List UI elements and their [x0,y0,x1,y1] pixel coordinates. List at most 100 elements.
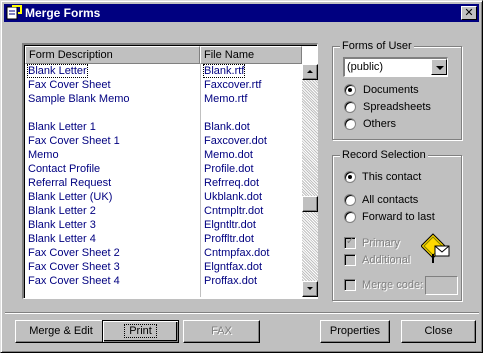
list-scrollbar[interactable] [302,64,318,297]
radio-spreadsheets-label[interactable]: Spreadsheets [363,100,431,114]
print-button[interactable]: Print [102,320,179,343]
list-item-filename[interactable]: Elgntltr.dot [201,218,301,232]
list-item-description[interactable]: Contact Profile [25,162,199,176]
forms-list[interactable]: Form Description File Name Blank Letter F… [22,43,318,299]
list-item-filename[interactable]: Faxcover.dot [201,134,301,148]
list-item-filename[interactable]: Elgntfax.dot [201,260,301,274]
list-item-filename-text: Refrreq.dot [204,177,260,189]
title-bar[interactable]: Merge Forms ✕ [4,4,479,22]
list-item-description[interactable]: Fax Cover Sheet 1 [25,134,199,148]
list-item-description[interactable]: Blank Letter 1 [25,120,199,134]
list-item-description[interactable] [25,106,199,120]
list-item-description[interactable]: Sample Blank Memo [25,92,199,106]
radio-this-contact-label[interactable]: This contact [362,170,421,184]
list-item-description-text: Blank Letter 3 [28,219,96,231]
list-item-filename[interactable]: Memo.rtf [201,92,301,106]
list-item-filename[interactable]: Faxcover.rtf [201,78,301,92]
merge-code-input[interactable] [425,276,458,295]
merge-forms-dialog: Merge Forms ✕ Form Description File Name… [0,0,483,353]
list-item-description[interactable]: Fax Cover Sheet [25,78,199,92]
list-item-filename[interactable]: Proffltr.dot [201,232,301,246]
radio-others-label[interactable]: Others [363,117,396,131]
radio-spreadsheets[interactable] [344,101,356,113]
merge-edit-button-label: Merge & Edit [29,325,93,337]
forms-of-user-label: Forms of User [340,39,414,53]
user-select[interactable]: (public) [343,57,448,77]
window-title: Merge Forms [25,6,101,20]
list-item-description-text: Contact Profile [28,163,101,175]
list-item-filename[interactable]: Refrreq.dot [201,176,301,190]
list-item-filename[interactable]: Blank.rtf [201,64,301,78]
list-item-description-text: Blank Letter 4 [28,233,96,245]
list-item-description[interactable]: Blank Letter 3 [25,218,199,232]
merge-forms-app-icon [6,5,22,20]
list-item-filename[interactable]: Profile.dot [201,162,301,176]
list-item-description-text: Blank Letter 2 [28,205,96,217]
list-item-description-text: Sample Blank Memo [28,93,130,105]
list-item-filename-text: Faxcover.dot [204,135,267,147]
list-item-description-text: Blank Letter 1 [28,121,96,133]
arrow-down-icon [307,287,313,290]
list-item-description-text: Fax Cover Sheet 2 [28,247,120,259]
list-item-filename-text: Proffax.dot [204,275,257,287]
radio-documents-label[interactable]: Documents [363,83,419,97]
scroll-down-button[interactable] [302,281,318,297]
list-item-filename[interactable] [201,106,301,120]
list-item-filename[interactable]: Ukblank.dot [201,190,301,204]
file-name-column: Blank.rtf Faxcover.rtf Memo.rtf Blank.dot Fa… [200,64,301,297]
list-item-filename[interactable]: Cntmpltr.dot [201,204,301,218]
list-item-filename-text: Profile.dot [204,163,254,175]
user-select-dropdown-button[interactable] [431,59,447,75]
list-item-filename[interactable]: Cntmpfax.dot [201,246,301,260]
merge-edit-button[interactable]: Merge & Edit [15,320,107,343]
list-item-filename-text: Blank.dot [204,121,250,133]
list-item-description[interactable]: Memo [25,148,199,162]
list-item-filename-text: Proffltr.dot [204,233,254,245]
radio-others[interactable] [344,118,356,130]
radio-forward-to-last-label[interactable]: Forward to last [362,210,435,224]
list-item-description[interactable]: Fax Cover Sheet 4 [25,274,199,288]
fax-button-label: FAX [211,325,232,337]
close-button[interactable]: Close [401,320,476,343]
column-header-file-name[interactable]: File Name [200,46,302,64]
radio-this-contact[interactable] [344,171,356,183]
primary-checkbox[interactable] [344,236,356,249]
radio-all-contacts[interactable] [344,194,356,206]
list-item-description[interactable]: Fax Cover Sheet 2 [25,246,199,260]
list-item-description[interactable]: Fax Cover Sheet 3 [25,260,199,274]
radio-all-contacts-label[interactable]: All contacts [362,193,418,207]
list-item-description-text: Fax Cover Sheet 1 [28,135,120,147]
list-item-filename[interactable]: Memo.dot [201,148,301,162]
scroll-up-button[interactable] [302,64,318,80]
additional-checkbox[interactable] [344,254,356,266]
list-item-filename-text: Memo.rtf [204,93,248,105]
list-item-description[interactable]: Referral Request [25,176,199,190]
list-item-description[interactable]: Blank Letter [25,64,199,78]
list-item-filename[interactable]: Blank.dot [201,120,301,134]
list-item-description[interactable]: Blank Letter (UK) [25,190,199,204]
list-item-filename[interactable]: Proffax.dot [201,274,301,288]
list-item-filename-text: Faxcover.rtf [204,79,262,91]
properties-button[interactable]: Properties [320,320,390,343]
merge-code-label: Merge code: [362,279,424,291]
list-item-filename-text: Elgntfax.dot [204,261,263,273]
list-item-filename-text: Blank.rtf [202,64,246,78]
chevron-down-icon [436,66,444,70]
record-selection-label: Record Selection [340,148,428,162]
close-icon[interactable]: ✕ [461,6,477,20]
list-item-description[interactable]: Blank Letter 4 [25,232,199,246]
list-item-filename-text: Elgntltr.dot [204,219,256,231]
radio-forward-to-last[interactable] [344,211,356,223]
list-item-filename-text: Cntmpltr.dot [204,205,264,217]
list-item-description[interactable]: Blank Letter 2 [25,204,199,218]
fax-button[interactable]: FAX [183,320,260,343]
form-description-column: Blank Letter Fax Cover Sheet Sample Blank … [25,64,199,297]
list-item-description-text: Fax Cover Sheet [28,79,111,91]
list-item-description-text: Fax Cover Sheet 4 [28,275,120,287]
scroll-thumb[interactable] [302,196,318,212]
list-item-filename-text: Ukblank.dot [204,191,263,203]
column-header-form-description[interactable]: Form Description [25,46,200,64]
user-select-value: (public) [347,61,384,73]
radio-documents[interactable] [344,84,356,96]
merge-code-checkbox[interactable] [344,279,356,291]
